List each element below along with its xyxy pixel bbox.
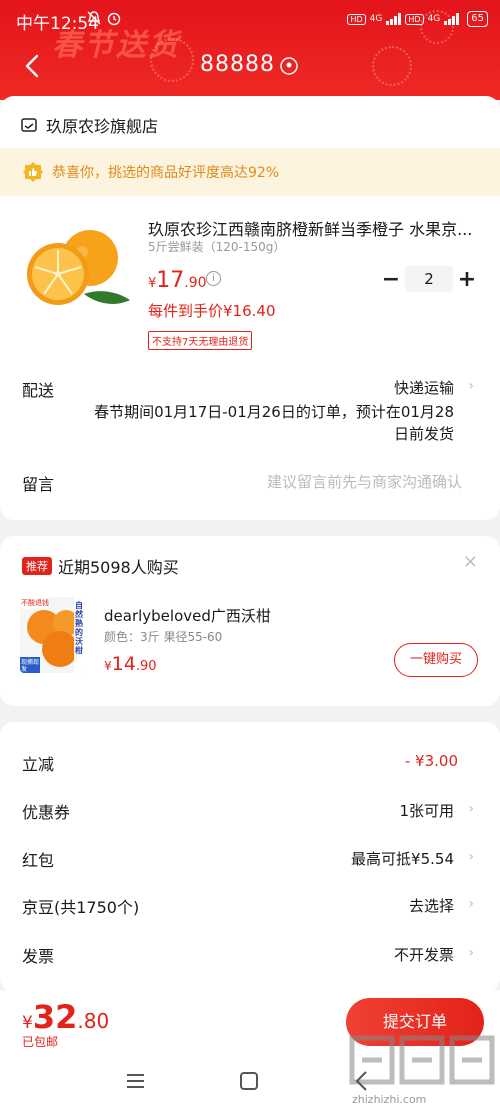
status-icons [86,10,122,26]
recommend-badge: 推荐 [22,557,52,575]
summary-row-coupon[interactable]: 优惠券 1张可用 › [0,799,500,829]
recommend-name[interactable]: dearlybeloved广西沃柑 [104,605,271,626]
shop-row[interactable]: 玖原农珍旗舰店 [20,113,158,137]
summary-value: 去选择 [408,897,454,915]
delivery-label: 配送 [22,381,55,400]
price-currency: ¥ [104,659,112,673]
chevron-right-icon: › [468,945,474,961]
summary-value: 最高可抵¥5.54 [351,850,454,868]
one-click-buy-button[interactable]: 一键购买 [394,643,478,677]
info-icon[interactable]: i [206,271,221,286]
no-return-badge: 不支持7天无理由退货 [148,331,253,350]
delivery-note-line: 春节期间01月17日-01月26日的订单，预计在01月28 [94,403,454,421]
summary-row-redpacket[interactable]: 红包 最高可抵¥5.54 › [0,847,500,877]
summary-row-invoice[interactable]: 发票 不开发票 › [0,943,500,973]
firework-decoration [150,38,194,82]
rating-banner: 恭喜你，挑选的商品好评度高达92% [0,148,500,196]
price-decimal: .80 [77,1009,110,1033]
signal-icon [386,13,402,25]
close-icon[interactable]: × [463,551,478,572]
shop-name: 玖原农珍旗舰店 [46,117,159,136]
back-arrow-icon[interactable] [22,54,44,78]
summary-row-jingdou[interactable]: 京豆(共1750个) 去选择 › [0,894,500,924]
price-integer: 32 [32,998,78,1036]
quantity-stepper: − 2 + [377,266,481,292]
thumbs-up-icon [23,162,43,182]
hd-icon: HD [347,13,366,25]
status-right: HD 4G HD 4G 65 [347,11,488,27]
summary-label: 立减 [22,755,55,774]
page-title[interactable]: 88888 [200,52,275,77]
network-label: 4G [427,14,441,24]
delivery-note-line: 日前发货 [393,425,454,443]
price-decimal: .90 [184,275,207,291]
order-total: ¥32.80 [22,998,109,1036]
summary-value: 1张可用 [399,802,454,820]
product-price: ¥17.90 [148,268,207,293]
summary-row-discount: 立减 - ¥3.00 [0,751,500,781]
summary-value: 不开发票 [393,946,454,964]
recommend-image[interactable]: 不酸退钱 自然熟的沃柑 现摘现发 [20,597,86,673]
decrease-button[interactable]: − [377,267,405,292]
battery-indicator: 65 [467,11,488,27]
chevron-right-icon: › [468,896,474,912]
firework-decoration [372,46,412,86]
rating-banner-text: 恭喜你，挑选的商品好评度高达92% [52,165,280,181]
price-decimal: .90 [135,659,157,674]
remark-input[interactable]: 建议留言前先与商家沟通确认 [267,471,462,492]
price-integer: 14 [111,653,136,675]
summary-label: 发票 [22,947,55,966]
recommend-spec: 颜色：3斤 果径55-60 [104,630,223,644]
quantity-field[interactable]: 2 [405,266,453,292]
delivery-method[interactable]: 快递运输 [394,377,454,398]
summary-label: 优惠券 [22,803,71,822]
free-shipping-label: 已包邮 [22,1035,59,1049]
hd-icon: HD [405,13,424,25]
location-pin-icon[interactable] [280,57,298,75]
price-currency: ¥ [22,1013,33,1033]
signal-icon [444,13,460,25]
chevron-right-icon: › [468,849,474,865]
recommend-price: ¥14.90 [104,653,157,675]
mute-bell-icon [87,11,101,25]
product-title[interactable]: 玖原农珍江西赣南脐橙新鲜当季橙子 水果京... [148,216,478,240]
summary-label: 京豆(共1750个) [22,898,140,917]
remark-label: 留言 [22,475,55,494]
network-label: 4G [369,14,383,24]
product-spec[interactable]: 5斤尝鲜装（120-150g） [148,238,285,255]
summary-value: - ¥3.00 [404,752,458,770]
chevron-right-icon[interactable]: › [468,378,474,394]
product-image[interactable] [22,222,132,317]
recent-apps-icon[interactable] [126,1073,145,1089]
increase-button[interactable]: + [453,267,481,292]
delivery-note: 春节期间01月17日-01月26日的订单，预计在01月28 日前发货 [74,401,454,445]
system-back-icon[interactable] [354,1070,370,1092]
image-caption: 不酸退钱 [21,599,49,607]
price-integer: 17 [156,268,185,293]
alarm-icon [107,12,121,26]
chevron-right-icon: › [468,801,474,817]
image-caption: 自然熟的沃柑 [75,601,83,655]
image-caption: 现摘现发 [21,659,40,673]
shop-icon [21,118,37,132]
recommend-title: 近期5098人购买 [58,558,179,577]
home-icon[interactable] [240,1072,258,1090]
summary-label: 红包 [22,851,55,870]
unit-price: 每件到手价¥16.40 [148,302,276,320]
